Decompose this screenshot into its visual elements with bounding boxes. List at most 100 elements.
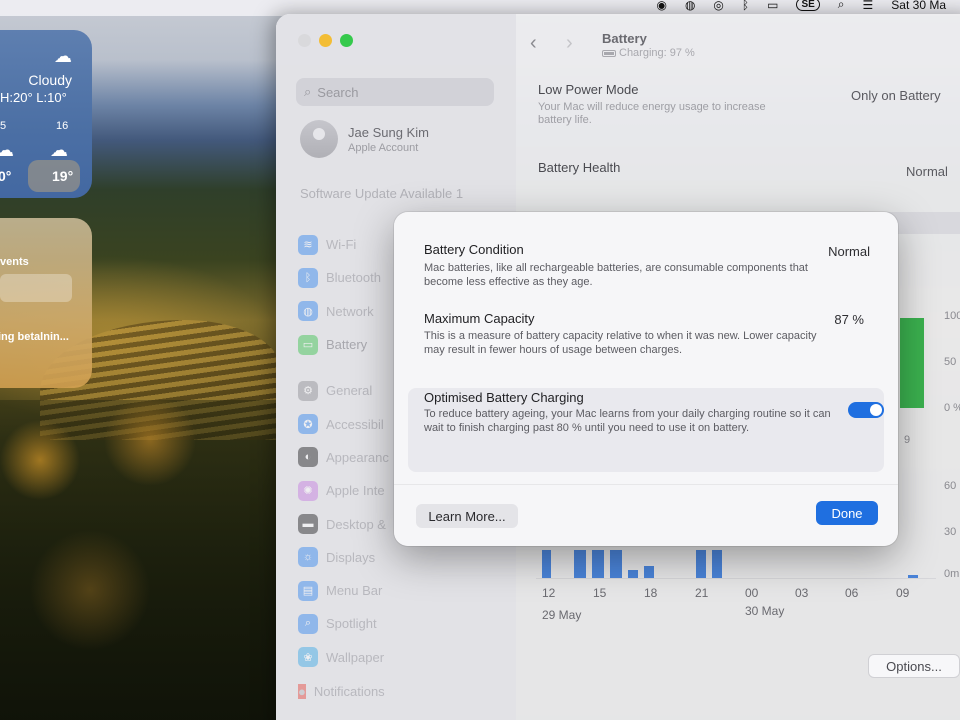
bluetooth-icon: ᛒ: [298, 267, 318, 288]
battery-health-value[interactable]: Normal: [906, 164, 948, 179]
window-controls: [298, 34, 353, 47]
sidebar-item-label: Wi-Fi: [326, 237, 357, 253]
gear-icon: ⚙: [298, 380, 318, 401]
usage-bar: [908, 575, 918, 578]
sidebar-search: ⌕: [296, 78, 494, 106]
display-icon: ☼: [298, 547, 318, 568]
battery-condition-value: Normal: [828, 244, 870, 259]
events-widget[interactable]: vents ing betalnin...: [0, 218, 92, 388]
done-button[interactable]: Done: [816, 501, 878, 525]
apple-account-row[interactable]: Jae Sung Kim Apple Account: [300, 120, 429, 158]
y-axis-label: 50: [944, 356, 957, 368]
cloud-icon: ☁: [50, 140, 68, 160]
maximum-capacity-value: 87 %: [834, 312, 864, 327]
sidebar-item-notifications[interactable]: ● Notifications: [298, 684, 385, 699]
cloud-icon: ☁: [0, 140, 14, 160]
app-status-icon-w[interactable]: ◍: [685, 0, 695, 12]
usage-bar: [628, 570, 638, 578]
bluetooth-icon[interactable]: ᛒ: [742, 0, 749, 12]
weather-hour: 16: [56, 120, 69, 132]
event-entry: [0, 274, 72, 302]
page-title: Battery: [602, 31, 647, 46]
options-button[interactable]: Options...: [868, 654, 960, 678]
low-power-mode-select[interactable]: Only on Battery: [851, 88, 941, 103]
battery-icon: ▭: [298, 334, 318, 355]
account-name: Jae Sung Kim: [348, 124, 429, 140]
maximum-capacity-label: Maximum Capacity: [424, 311, 535, 326]
appearance-icon: ◐: [298, 447, 318, 468]
usage-bar: [712, 550, 722, 578]
sidebar-item-label: Wallpaper: [326, 649, 385, 665]
sidebar-item-spotlight[interactable]: ⌕ Spotlight: [298, 607, 498, 640]
maximum-capacity-desc: This is a measure of battery capacity re…: [424, 330, 817, 356]
battery-level-bar: [900, 318, 924, 408]
charging-status: Charging: 97 %: [602, 47, 695, 59]
minimize-button[interactable]: [319, 34, 332, 47]
battery-icon[interactable]: ▭: [767, 0, 778, 12]
sidebar-item-label: General: [326, 383, 373, 399]
optimised-charging-desc: To reduce battery ageing, your Mac learn…: [424, 408, 831, 434]
zoom-button[interactable]: [340, 34, 353, 47]
battery-charging-icon: [602, 49, 616, 57]
x-axis-label: 21: [695, 586, 709, 600]
usage-bar: [644, 566, 654, 578]
back-button[interactable]: ‹: [530, 32, 537, 55]
y-axis-label: 0 %: [944, 402, 960, 414]
apple-intelligence-icon: ✺: [298, 480, 318, 501]
spotlight-search-icon[interactable]: ⌕: [838, 0, 845, 12]
weather-high-low: H:20° L:10°: [0, 90, 67, 105]
accessibility-icon: ✪: [298, 414, 318, 435]
charging-status-text: Charging: 97 %: [619, 47, 695, 59]
usage-bar: [696, 550, 706, 578]
desktop-dock-icon: ▬: [298, 514, 318, 535]
account-subtitle: Apple Account: [348, 141, 419, 154]
battery-health-details: Battery Condition Normal Mac batteries, …: [408, 226, 884, 472]
weather-widget[interactable]: ☁ Cloudy H:20° L:10° 5 16 ☁ ☁ 0° 19°: [0, 30, 92, 198]
learn-more-button[interactable]: Learn More...: [416, 504, 518, 528]
battery-condition-desc: Mac batteries, like all rechargeable bat…: [424, 262, 808, 288]
forward-button[interactable]: ›: [566, 32, 573, 55]
y-axis-label: 30: [944, 526, 957, 538]
sidebar-item-label: Battery: [326, 337, 368, 353]
search-input[interactable]: [317, 84, 478, 100]
weather-condition: Cloudy: [28, 72, 72, 88]
x-axis-label: 12: [542, 586, 556, 600]
close-button[interactable]: [298, 34, 311, 47]
cloud-icon: ☁: [54, 46, 72, 66]
usage-bar: [592, 550, 604, 578]
optimised-charging-toggle[interactable]: [848, 402, 884, 418]
x-axis-label: 03: [795, 586, 809, 600]
sidebar-item-label: Menu Bar: [326, 583, 383, 599]
spotlight-icon: ⌕: [298, 613, 318, 634]
menu-bar-clock[interactable]: Sat 30 Ma: [891, 0, 946, 12]
sidebar-item-label: Notifications: [313, 684, 385, 699]
events-title: vents: [0, 256, 29, 268]
usage-bar: [542, 550, 551, 578]
wifi-icon: ≋: [298, 234, 318, 255]
app-status-icon-g[interactable]: ◉: [656, 0, 666, 12]
x-axis-label: 18: [644, 586, 658, 600]
x-axis-label: 06: [845, 586, 859, 600]
menu-bar-icon: ▤: [298, 580, 318, 601]
sidebar-item-menu-bar[interactable]: ▤ Menu Bar: [298, 574, 498, 607]
sidebar-item-label: Network: [326, 303, 374, 319]
event-text: ing betalnin...: [0, 331, 69, 343]
avatar: [300, 120, 338, 158]
control-center-icon[interactable]: ☰: [863, 0, 874, 12]
sidebar-item-label: Desktop &: [326, 516, 386, 532]
usage-bar: [574, 550, 586, 578]
wallpaper-icon: ❀: [298, 647, 318, 668]
sheet-divider: [394, 484, 898, 485]
software-update-row[interactable]: Software Update Available 1: [300, 186, 463, 201]
battery-health-sheet: Battery Condition Normal Mac batteries, …: [394, 212, 898, 546]
x-axis-label: 00: [745, 586, 759, 600]
sidebar-item-label: Accessibil: [326, 416, 384, 432]
input-source-indicator[interactable]: SE: [796, 0, 820, 11]
sidebar-item-label: Bluetooth: [326, 270, 381, 286]
battery-condition-label: Battery Condition: [424, 242, 524, 257]
y-axis-label: 0m: [944, 568, 960, 580]
sidebar-item-label: Spotlight: [326, 616, 377, 632]
y-axis-label: 100: [944, 310, 960, 322]
app-status-icon-c[interactable]: ◎: [713, 0, 723, 12]
sidebar-item-wallpaper[interactable]: ❀ Wallpaper: [298, 641, 498, 674]
